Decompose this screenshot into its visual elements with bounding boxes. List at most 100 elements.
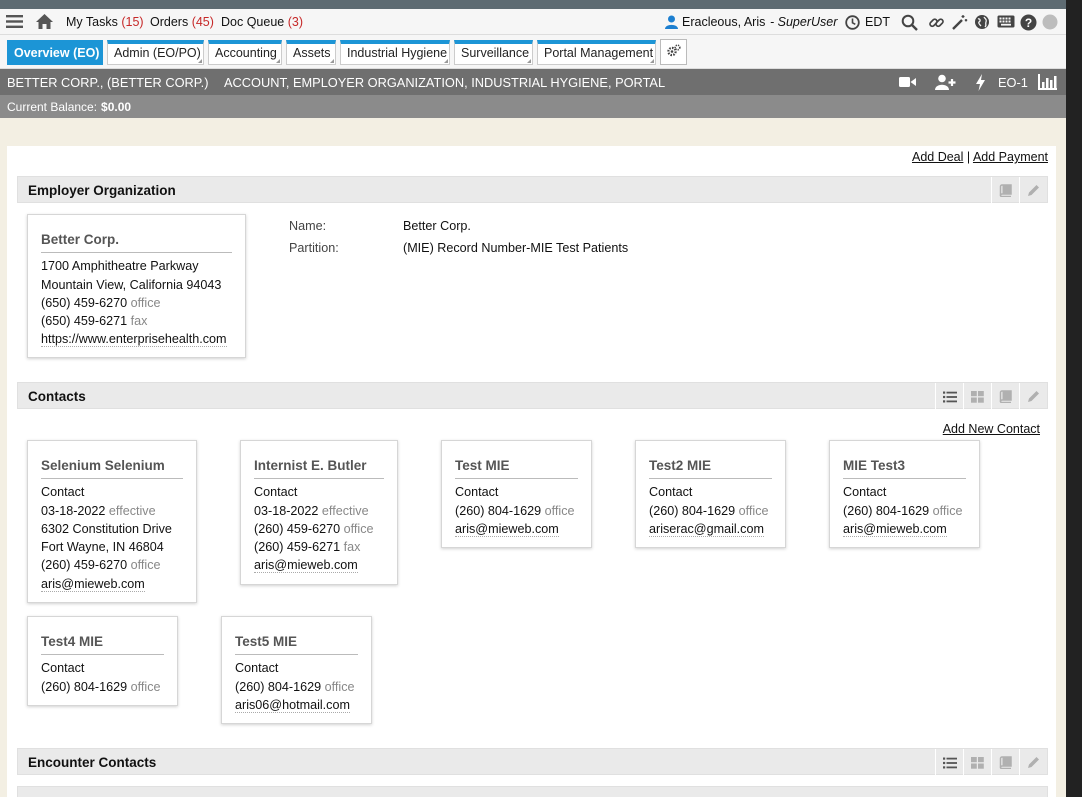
section-title: Employer Organization — [28, 183, 176, 198]
bar-chart-icon[interactable] — [1038, 74, 1057, 93]
tab-surveillance[interactable]: Surveillance — [454, 40, 533, 65]
account-actions: Add Deal | Add Payment — [912, 150, 1048, 164]
date-value: 03-18-2022 — [41, 503, 106, 518]
account-code[interactable]: EO-1 — [998, 75, 1028, 90]
date-value: 03-18-2022 — [254, 503, 319, 518]
employer-organization-header: Employer Organization — [17, 176, 1048, 204]
contact-email-link[interactable]: aris06@hotmail.com — [235, 697, 350, 713]
contact-card[interactable]: Internist E. Butler Contact 03-18-2022 e… — [240, 440, 398, 585]
my-tasks-link[interactable]: My Tasks (15) — [66, 15, 144, 29]
contact-card-title: Test2 MIE — [649, 449, 772, 480]
window-scrollbar[interactable] — [1066, 0, 1082, 797]
phone-number: (260) 459-6271 — [254, 540, 341, 555]
contact-effective-date: 03-18-2022 effective — [41, 502, 183, 520]
main-content: Add Deal | Add Payment Employer Organiza… — [7, 146, 1056, 797]
magic-wand-icon[interactable] — [951, 14, 968, 31]
hamburger-menu-icon[interactable] — [6, 14, 23, 29]
phone-type-label: office — [738, 503, 769, 518]
link-icon[interactable] — [928, 14, 945, 31]
contact-fax: (260) 459-6271 fax — [254, 538, 384, 556]
tab-label: Portal Management — [544, 46, 654, 60]
contact-email-link[interactable]: aris@mieweb.com — [41, 576, 145, 592]
book-icon[interactable] — [991, 749, 1019, 776]
tab-label: Industrial Hygiene — [347, 46, 448, 60]
contact-email-link[interactable]: aris@mieweb.com — [843, 521, 947, 537]
contact-card[interactable]: Test2 MIE Contact (260) 804-1629 office … — [635, 440, 786, 548]
doc-queue-count: (3) — [287, 15, 303, 29]
phone-number: (260) 804-1629 — [843, 503, 930, 518]
action-separator: | — [966, 150, 971, 164]
phone-number: (260) 804-1629 — [455, 503, 542, 518]
contact-card[interactable]: Test MIE Contact (260) 804-1629 office a… — [441, 440, 592, 548]
tab-industrial-hygiene[interactable]: Industrial Hygiene — [340, 40, 450, 65]
orders-link[interactable]: Orders (45) — [150, 15, 214, 29]
date-label: effective — [108, 503, 156, 518]
contact-email-link[interactable]: aris@mieweb.com — [455, 521, 559, 537]
phone-type-label: office — [130, 295, 161, 310]
contact-email-link[interactable]: aris@mieweb.com — [254, 558, 358, 574]
tab-dropdown-corner-icon — [330, 59, 334, 63]
tab-dropdown-corner-icon — [527, 59, 531, 63]
book-icon[interactable] — [991, 177, 1019, 204]
tab-assets[interactable]: Assets — [286, 40, 336, 65]
contact-phone: (260) 804-1629 office — [455, 502, 578, 520]
globe-icon[interactable] — [974, 14, 990, 30]
add-deal-link[interactable]: Add Deal — [912, 150, 963, 164]
pencil-icon[interactable] — [1019, 383, 1047, 410]
grid-view-icon[interactable] — [963, 383, 991, 410]
doc-queue-link[interactable]: Doc Queue (3) — [221, 15, 303, 29]
contact-phone: (260) 459-6270 office — [254, 520, 384, 538]
search-icon[interactable] — [901, 14, 918, 31]
contact-card[interactable]: Test5 MIE Contact (260) 804-1629 office … — [221, 616, 372, 724]
tab-bar: Overview (EO) Admin (EO/PO) Accounting A… — [0, 35, 1066, 69]
clock-icon[interactable] — [845, 15, 860, 30]
contact-email-link[interactable]: ariserac@gmail.com — [649, 521, 764, 537]
contact-card-title: Selenium Selenium — [41, 449, 183, 480]
tab-label: Overview (EO) — [14, 46, 100, 60]
timezone-label[interactable]: EDT — [865, 15, 890, 29]
contact-card[interactable]: MIE Test3 Contact (260) 804-1629 office … — [829, 440, 980, 548]
phone-number: (260) 459-6270 — [41, 558, 128, 573]
name-field-value: Better Corp. — [403, 219, 471, 233]
tab-overview[interactable]: Overview (EO) — [7, 40, 103, 65]
contact-phone: (260) 804-1629 office — [41, 678, 164, 696]
list-view-icon[interactable] — [935, 749, 963, 776]
contact-role: Contact — [41, 485, 85, 500]
keyboard-icon[interactable] — [997, 15, 1015, 28]
date-label: effective — [321, 503, 369, 518]
tab-dropdown-corner-icon — [198, 59, 202, 63]
home-icon[interactable] — [35, 13, 54, 30]
add-new-contact-link[interactable]: Add New Contact — [943, 422, 1040, 436]
add-payment-link[interactable]: Add Payment — [973, 150, 1048, 164]
add-user-icon[interactable] — [935, 74, 956, 93]
tab-accounting[interactable]: Accounting — [208, 40, 282, 65]
contact-card[interactable]: Selenium Selenium Contact 03-18-2022 eff… — [27, 440, 197, 603]
next-section-header — [17, 786, 1048, 797]
contact-card[interactable]: Test4 MIE Contact (260) 804-1629 office — [27, 616, 178, 706]
employer-website-link[interactable]: https://www.enterprisehealth.com — [41, 332, 227, 348]
phone-type-label: office — [130, 558, 161, 573]
user-name[interactable]: Eracleous, Aris — [682, 15, 765, 29]
pencil-icon[interactable] — [1019, 177, 1047, 204]
lightning-icon[interactable] — [975, 74, 986, 94]
tab-settings-button[interactable] — [660, 39, 687, 65]
grid-view-icon[interactable] — [963, 749, 991, 776]
tab-portal-management[interactable]: Portal Management — [537, 40, 656, 65]
pencil-icon[interactable] — [1019, 749, 1047, 776]
balance-value: $0.00 — [101, 99, 132, 114]
help-icon[interactable]: ? — [1020, 14, 1037, 31]
contact-role: Contact — [843, 485, 887, 500]
user-icon — [665, 15, 678, 29]
section-tools — [935, 383, 1047, 410]
partition-field-label: Partition: — [289, 241, 339, 255]
my-tasks-count: (15) — [121, 15, 144, 29]
tab-label: Accounting — [215, 46, 277, 60]
video-icon[interactable] — [899, 76, 916, 91]
phone-type-label: office — [130, 679, 161, 694]
phone-number: (260) 804-1629 — [41, 679, 128, 694]
doc-queue-label: Doc Queue — [221, 15, 285, 29]
list-view-icon[interactable] — [935, 383, 963, 410]
book-icon[interactable] — [991, 383, 1019, 410]
tab-admin[interactable]: Admin (EO/PO) — [107, 40, 204, 65]
contact-role: Contact — [455, 485, 499, 500]
